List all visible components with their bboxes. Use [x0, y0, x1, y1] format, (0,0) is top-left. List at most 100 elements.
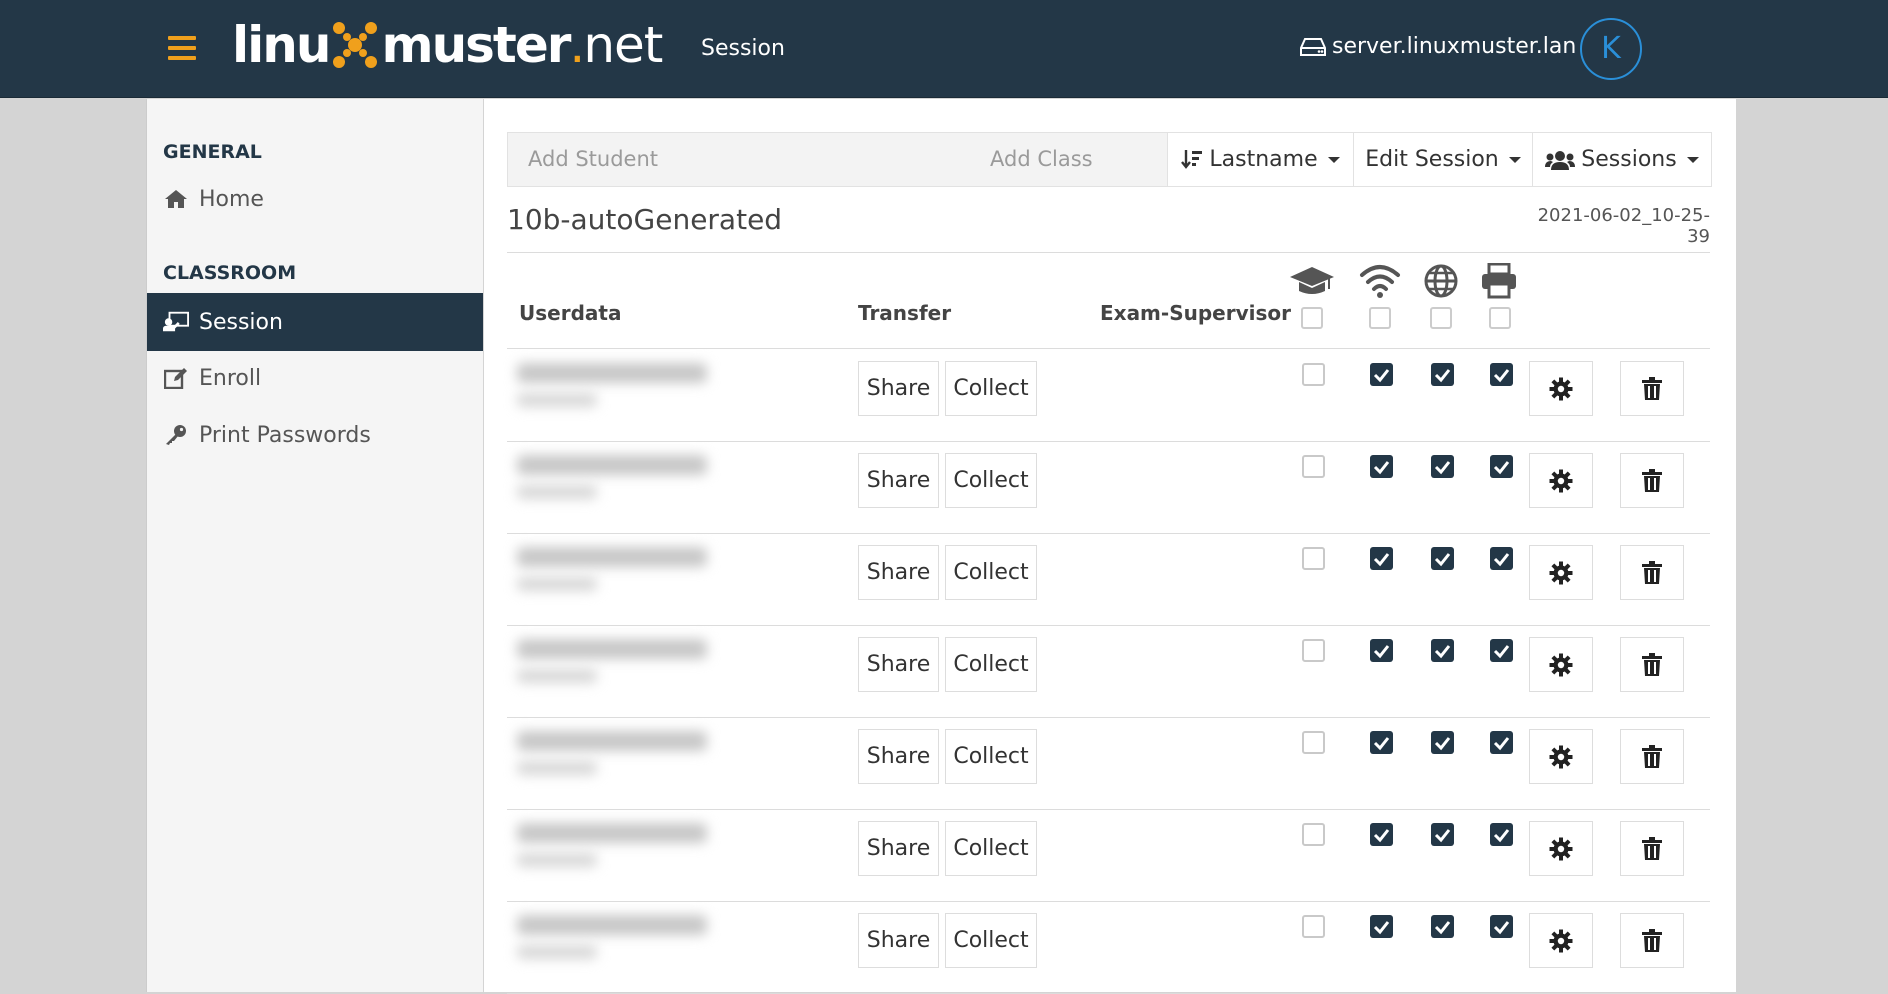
delete-button[interactable] [1620, 545, 1684, 600]
student-login-blurred [517, 853, 597, 867]
printer-icon [1482, 263, 1516, 299]
student-name-blurred [517, 731, 707, 751]
share-button[interactable]: Share [858, 453, 939, 508]
home-icon [163, 188, 189, 210]
wifi-checkbox[interactable] [1370, 547, 1393, 570]
delete-button[interactable] [1620, 637, 1684, 692]
wifi-checkbox[interactable] [1370, 823, 1393, 846]
add-class-input[interactable]: Add Class [990, 147, 1093, 171]
delete-button[interactable] [1620, 913, 1684, 968]
collect-button[interactable]: Collect [945, 821, 1037, 876]
exam-checkbox[interactable] [1302, 547, 1325, 570]
internet-all-checkbox[interactable] [1430, 307, 1452, 329]
collect-button[interactable]: Collect [945, 361, 1037, 416]
linuxmuster-logo[interactable]: linu muster.net [232, 10, 663, 80]
settings-button[interactable] [1529, 729, 1593, 784]
collect-button[interactable]: Collect [945, 637, 1037, 692]
column-header-transfer: Transfer [858, 301, 952, 325]
gear-icon [1549, 929, 1573, 952]
sessions-dropdown[interactable]: Sessions [1532, 132, 1712, 187]
printer-checkbox[interactable] [1490, 363, 1513, 386]
printer-checkbox[interactable] [1490, 547, 1513, 570]
printer-checkbox[interactable] [1490, 455, 1513, 478]
sort-label: Lastname [1209, 147, 1318, 172]
add-student-input[interactable]: Add Student [528, 147, 658, 171]
collect-button[interactable]: Collect [945, 545, 1037, 600]
wifi-checkbox[interactable] [1370, 455, 1393, 478]
settings-button[interactable] [1529, 821, 1593, 876]
printer-checkbox[interactable] [1490, 823, 1513, 846]
wifi-checkbox[interactable] [1370, 639, 1393, 662]
share-button[interactable]: Share [858, 729, 939, 784]
share-button[interactable]: Share [858, 913, 939, 968]
internet-checkbox[interactable] [1431, 363, 1454, 386]
share-button[interactable]: Share [858, 637, 939, 692]
sidebar-heading-general: GENERAL [163, 141, 262, 163]
table-row: Share Collect [507, 349, 1710, 442]
sidebar-item-label: Print Passwords [199, 422, 371, 448]
trash-icon [1642, 560, 1662, 584]
student-name-blurred [517, 823, 707, 843]
exam-checkbox[interactable] [1302, 363, 1325, 386]
printer-checkbox[interactable] [1490, 639, 1513, 662]
exam-checkbox[interactable] [1302, 455, 1325, 478]
hard-drive-icon [1300, 37, 1326, 56]
trash-icon [1642, 652, 1662, 676]
session-name: 10b-autoGenerated [507, 203, 783, 236]
printer-checkbox[interactable] [1490, 731, 1513, 754]
settings-button[interactable] [1529, 637, 1593, 692]
collect-button[interactable]: Collect [945, 913, 1037, 968]
printer-all-checkbox[interactable] [1489, 307, 1511, 329]
exam-checkbox[interactable] [1302, 915, 1325, 938]
gear-icon [1549, 837, 1573, 860]
sidebar-item-enroll[interactable]: Enroll [147, 350, 483, 406]
printer-checkbox[interactable] [1490, 915, 1513, 938]
main-content: Add Student Add Class Lastname Edit Sess… [484, 99, 1736, 994]
sidebar-item-session[interactable]: Session [147, 293, 483, 351]
settings-button[interactable] [1529, 545, 1593, 600]
internet-checkbox[interactable] [1431, 639, 1454, 662]
delete-button[interactable] [1620, 453, 1684, 508]
sort-dropdown[interactable]: Lastname [1167, 132, 1354, 187]
share-button[interactable]: Share [858, 545, 939, 600]
internet-checkbox[interactable] [1431, 823, 1454, 846]
delete-button[interactable] [1620, 361, 1684, 416]
wifi-checkbox[interactable] [1370, 363, 1393, 386]
settings-button[interactable] [1529, 453, 1593, 508]
exam-checkbox[interactable] [1302, 639, 1325, 662]
collect-button[interactable]: Collect [945, 453, 1037, 508]
internet-checkbox[interactable] [1431, 455, 1454, 478]
student-name-blurred [517, 639, 707, 659]
globe-icon [1424, 264, 1458, 298]
internet-checkbox[interactable] [1431, 731, 1454, 754]
caret-down-icon [1327, 156, 1340, 163]
wifi-checkbox[interactable] [1370, 731, 1393, 754]
sidebar-item-print-passwords[interactable]: Print Passwords [147, 407, 483, 463]
exam-checkbox[interactable] [1302, 731, 1325, 754]
wifi-all-checkbox[interactable] [1369, 307, 1391, 329]
share-button[interactable]: Share [858, 361, 939, 416]
internet-checkbox[interactable] [1431, 547, 1454, 570]
delete-button[interactable] [1620, 729, 1684, 784]
table-row: Share Collect [507, 809, 1710, 902]
student-name-blurred [517, 915, 707, 935]
settings-button[interactable] [1529, 913, 1593, 968]
exam-checkbox[interactable] [1302, 823, 1325, 846]
internet-checkbox[interactable] [1431, 915, 1454, 938]
share-button[interactable]: Share [858, 821, 939, 876]
wifi-checkbox[interactable] [1370, 915, 1393, 938]
sidebar-item-home[interactable]: Home [147, 171, 483, 227]
hamburger-menu-icon[interactable] [168, 36, 196, 62]
edit-icon [163, 367, 189, 389]
collect-button[interactable]: Collect [945, 729, 1037, 784]
sidebar: GENERAL Home CLASSROOM Session Enroll Pr… [146, 99, 483, 992]
table-row: Share Collect [507, 533, 1710, 626]
edit-session-dropdown[interactable]: Edit Session [1353, 132, 1533, 187]
user-avatar[interactable]: K [1580, 18, 1642, 80]
column-header-userdata: Userdata [519, 301, 622, 325]
delete-button[interactable] [1620, 821, 1684, 876]
top-navbar: linu muster.net Session server.linuxmust… [0, 0, 1888, 98]
settings-button[interactable] [1529, 361, 1593, 416]
exam-all-checkbox[interactable] [1301, 307, 1323, 329]
sidebar-item-label: Session [199, 309, 283, 335]
